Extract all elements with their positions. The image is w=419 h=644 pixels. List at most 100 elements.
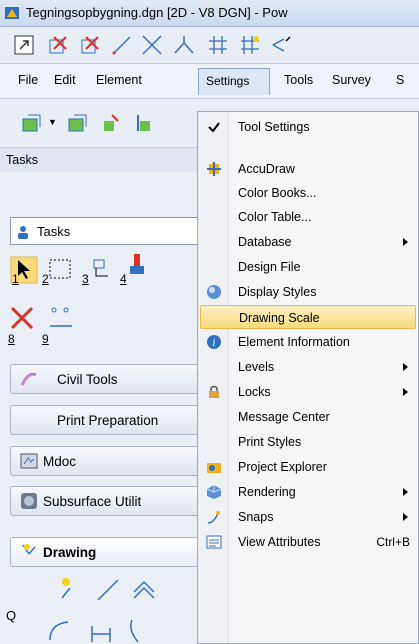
dimension-tool-icon[interactable] [88, 616, 116, 644]
submenu-arrow-icon [403, 513, 408, 521]
menu-item-label: Color Books... [238, 186, 317, 200]
arc-tool-icon[interactable] [46, 616, 74, 644]
group-subsurface-utilities[interactable]: Subsurface Utilit [10, 486, 205, 516]
place-line-tool-icon[interactable] [94, 576, 122, 604]
menu-item-color-books[interactable]: Color Books... [200, 181, 416, 205]
place-smartline-icon[interactable] [56, 576, 84, 604]
civil-tools-icon [20, 372, 37, 386]
tool-number-4: 4 [120, 272, 127, 286]
app-icon [5, 7, 19, 19]
group-label: Civil Tools [57, 372, 118, 387]
dropdown-arrow-icon[interactable]: ▼ [48, 117, 57, 127]
menu-item-snaps[interactable]: Snaps [200, 505, 416, 529]
change-attributes-icon[interactable] [124, 252, 152, 280]
menu-item-label: Levels [238, 360, 275, 374]
title-bar: Tegningsopbygning.dgn [2D - V8 DGN] - Po… [0, 0, 419, 27]
fit-view-icon[interactable] [12, 33, 36, 57]
place-line-icon[interactable] [110, 33, 134, 57]
fence-icon[interactable] [46, 256, 74, 284]
menu-settings-label: Settings [206, 74, 250, 88]
menu-item-label: Message Center [238, 410, 330, 424]
menu-item-drawing-scale[interactable]: Drawing Scale [200, 305, 416, 329]
delete-partial-icon[interactable] [78, 33, 102, 57]
menu-item-label: AccuDraw [238, 162, 295, 176]
group-print-preparation[interactable]: Print Preparation [10, 405, 205, 435]
menu-item-label: Design File [238, 260, 301, 274]
menu-item-display-styles[interactable]: Display Styles [200, 280, 416, 304]
submenu-arrow-icon [403, 388, 408, 396]
menu-item-levels[interactable]: Levels [200, 355, 416, 379]
manipulate-icon[interactable] [86, 256, 114, 284]
display-styles-icon [207, 285, 221, 299]
menu-settings[interactable]: Settings [198, 68, 270, 95]
menu-item-accudraw[interactable]: AccuDraw [200, 157, 416, 181]
tasks-panel-title: Tasks [0, 148, 205, 172]
menu-item-label: Drawing Scale [239, 311, 320, 325]
menu-item-tool-settings[interactable]: Tool Settings [200, 115, 416, 139]
delete-icon[interactable] [8, 304, 36, 332]
menu-item-label: Tool Settings [238, 120, 310, 134]
group-drawing[interactable]: Drawing [10, 537, 205, 567]
settings-dropdown-menu: Tool Settings AccuDraw Color Books... Co… [197, 111, 419, 644]
attributes-icon[interactable] [100, 111, 124, 135]
group-mdoc[interactable]: Mdoc [10, 446, 205, 476]
tasks-dropdown-label: Tasks [37, 224, 71, 239]
menu-item-print-styles[interactable]: Print Styles [200, 430, 416, 454]
menu-item-database[interactable]: Database [200, 230, 416, 254]
menu-item-design-file[interactable]: Design File [200, 255, 416, 279]
menu-item-message-center[interactable]: Message Center [200, 405, 416, 429]
q-label: Q [6, 608, 17, 623]
level-display-icon[interactable] [20, 111, 44, 135]
level-manager-icon[interactable] [66, 111, 90, 135]
menu-item-view-attributes[interactable]: View Attributes Ctrl+B [200, 530, 416, 554]
tasks-dropdown[interactable]: Tasks [10, 217, 205, 245]
extend-icon[interactable] [270, 33, 294, 57]
menu-element[interactable]: Element [96, 73, 142, 87]
place-chevron-icon[interactable] [130, 576, 158, 604]
tool-number-3: 3 [82, 272, 89, 286]
group-label: Print Preparation [57, 413, 159, 428]
menu-item-label: Project Explorer [238, 460, 327, 474]
active-level-icon[interactable] [132, 111, 156, 135]
grid-icon[interactable] [206, 33, 230, 57]
menu-file[interactable]: File [18, 73, 38, 87]
group-label: Drawing [43, 545, 97, 560]
menu-survey[interactable]: Survey [332, 73, 371, 87]
menu-item-label: Snaps [238, 510, 274, 524]
menu-accelerator: Ctrl+B [376, 535, 410, 549]
submenu-arrow-icon [403, 488, 408, 496]
menu-item-label: Locks [238, 385, 271, 399]
menu-item-label: Print Styles [238, 435, 302, 449]
svg-text:i: i [212, 338, 215, 349]
primary-toolbar [0, 27, 419, 64]
menu-item-label: Rendering [238, 485, 296, 499]
menu-item-rendering[interactable]: Rendering [200, 480, 416, 504]
menu-more[interactable]: S [396, 73, 404, 87]
menu-item-element-information[interactable]: i Element Information [200, 330, 416, 354]
menu-item-project-explorer[interactable]: Project Explorer [200, 455, 416, 479]
snap-grid-icon[interactable] [238, 33, 262, 57]
tool-number-1: 1 [12, 272, 19, 286]
menu-edit[interactable]: Edit [54, 73, 76, 87]
tasks-panel: Tasks Tasks 1 2 3 4 8 9 Civil Tools Prin… [0, 148, 205, 644]
accudraw-icon [207, 162, 221, 176]
group-civil-tools[interactable]: Civil Tools [10, 364, 205, 394]
delete-element-icon[interactable] [46, 33, 70, 57]
menu-item-label: View Attributes [238, 535, 321, 549]
text-tool-icon[interactable] [124, 616, 152, 644]
menu-item-locks[interactable]: Locks [200, 380, 416, 404]
menu-item-color-table[interactable]: Color Table... [200, 205, 416, 229]
intersect-icon[interactable] [140, 33, 164, 57]
lock-icon [209, 385, 219, 398]
rendering-icon [206, 485, 222, 499]
measure-icon[interactable] [46, 304, 74, 332]
drawing-icon [22, 544, 36, 555]
menu-bar: File Edit Element Settings Tools Survey … [0, 64, 419, 99]
menu-tools[interactable]: Tools [284, 73, 313, 87]
submenu-arrow-icon [403, 363, 408, 371]
info-icon: i [207, 335, 221, 349]
menu-item-label: Database [238, 235, 292, 249]
trim-icon[interactable] [172, 33, 196, 57]
mdoc-icon [20, 453, 38, 469]
tasks-person-icon [18, 226, 28, 239]
